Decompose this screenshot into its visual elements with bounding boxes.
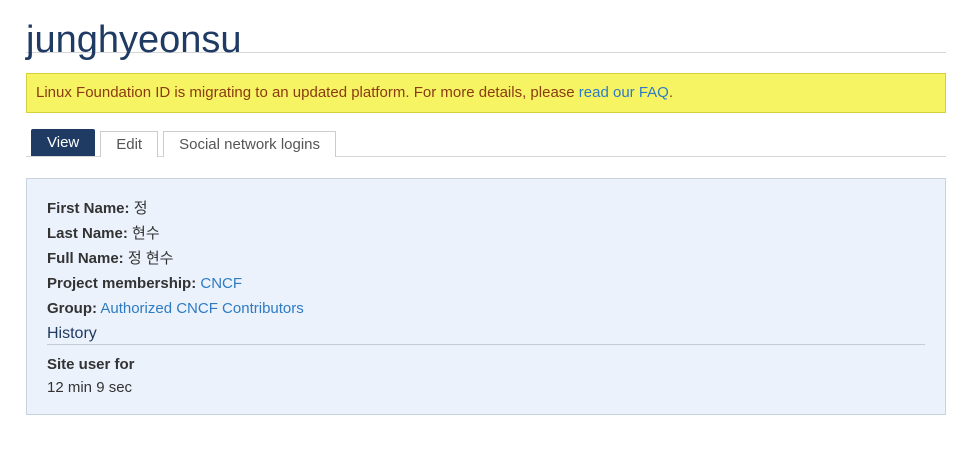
last-name-label: Last Name: bbox=[47, 225, 128, 242]
page-title-text: junghyeonsu bbox=[26, 19, 242, 61]
page-title: junghyeonsu bbox=[26, 0, 946, 61]
group-field: Group: Authorized CNCF Contributors bbox=[47, 296, 925, 321]
notice-text: Linux Foundation ID is migrating to an u… bbox=[36, 84, 579, 101]
tab-view[interactable]: View bbox=[31, 129, 96, 156]
notice-suffix: . bbox=[668, 84, 674, 101]
site-user-label: Site user for bbox=[47, 356, 135, 373]
project-membership-field: Project membership: CNCF bbox=[47, 271, 925, 296]
tab-edit[interactable]: Edit bbox=[100, 131, 159, 157]
first-name-field: First Name: 정 bbox=[47, 196, 925, 221]
profile-details: First Name: 정 Last Name: 현수 Full Name: 정… bbox=[26, 178, 946, 415]
group-link[interactable]: Authorized CNCF Contributors bbox=[100, 300, 303, 317]
full-name-label: Full Name: bbox=[47, 250, 124, 267]
last-name-field: Last Name: 현수 bbox=[47, 221, 925, 246]
project-membership-link[interactable]: CNCF bbox=[200, 275, 242, 292]
profile-tabs: View Edit Social network logins bbox=[26, 128, 946, 157]
first-name-value: 정 bbox=[133, 200, 148, 217]
page-container: junghyeonsu Linux Foundation ID is migra… bbox=[26, 0, 946, 415]
faq-link[interactable]: read our FAQ bbox=[579, 84, 669, 101]
last-name-value: 현수 bbox=[132, 225, 160, 242]
migration-notice: Linux Foundation ID is migrating to an u… bbox=[26, 73, 946, 113]
site-user-value: 12 min 9 sec bbox=[47, 379, 133, 396]
full-name-value: 정 현수 bbox=[127, 250, 174, 267]
project-membership-label: Project membership: bbox=[47, 275, 197, 292]
tab-social-network-logins[interactable]: Social network logins bbox=[163, 131, 337, 157]
history-heading: History bbox=[47, 324, 925, 345]
full-name-field: Full Name: 정 현수 bbox=[47, 246, 925, 271]
first-name-label: First Name: bbox=[47, 200, 130, 217]
group-label: Group: bbox=[47, 300, 97, 317]
